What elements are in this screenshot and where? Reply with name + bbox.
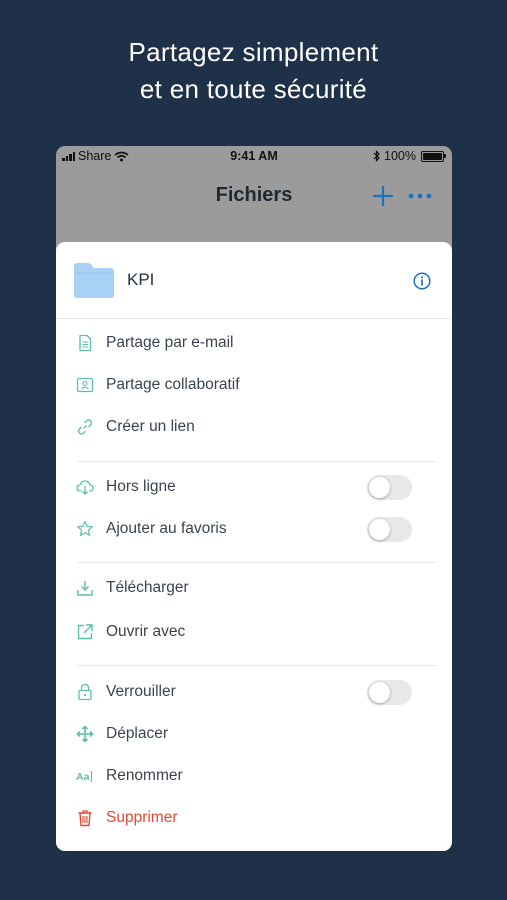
cloud-download-icon bbox=[76, 478, 94, 496]
share-collab-label: Partage collaboratif bbox=[106, 376, 240, 393]
rename-icon: Aa bbox=[76, 767, 94, 785]
download-label: Télécharger bbox=[106, 579, 189, 596]
toggle-knob bbox=[369, 682, 390, 703]
delete-label: Supprimer bbox=[106, 809, 178, 826]
lock-item[interactable]: Verrouiller bbox=[56, 672, 452, 714]
toggle-knob bbox=[369, 519, 390, 540]
action-sheet: KPI Partage par e-mail Partage collabora… bbox=[56, 242, 452, 851]
phone-screen: Share 9:41 AM 100% Fichiers KPI Partage … bbox=[56, 146, 452, 851]
move-item[interactable]: Déplacer bbox=[56, 714, 452, 756]
svg-text:Aa: Aa bbox=[76, 771, 90, 783]
rename-item[interactable]: Aa Renommer bbox=[56, 756, 452, 798]
status-bar: Share 9:41 AM 100% bbox=[56, 146, 452, 168]
move-label: Déplacer bbox=[106, 725, 169, 742]
link-icon bbox=[76, 418, 94, 436]
headline: Partagez simplement et en toute sécurité bbox=[0, 34, 507, 108]
share-collab-item[interactable]: Partage collaboratif bbox=[56, 365, 452, 407]
divider bbox=[76, 665, 437, 666]
more-icon[interactable] bbox=[406, 184, 434, 208]
info-icon[interactable] bbox=[413, 272, 431, 290]
battery-label: 100% bbox=[384, 149, 416, 163]
toggle-knob bbox=[369, 477, 390, 498]
create-link-item[interactable]: Créer un lien bbox=[56, 407, 452, 449]
document-icon bbox=[76, 334, 94, 352]
delete-item[interactable]: Supprimer bbox=[56, 798, 452, 840]
file-header: KPI bbox=[56, 242, 452, 319]
external-link-icon bbox=[76, 623, 94, 641]
headline-line-2: et en toute sécurité bbox=[139, 74, 368, 104]
offline-item[interactable]: Hors ligne bbox=[56, 467, 452, 509]
folder-icon bbox=[72, 261, 116, 299]
lock-label: Verrouiller bbox=[106, 683, 176, 700]
offline-label: Hors ligne bbox=[106, 478, 176, 495]
lock-toggle[interactable] bbox=[367, 680, 412, 705]
offline-toggle[interactable] bbox=[367, 475, 412, 500]
divider bbox=[76, 562, 437, 563]
download-icon bbox=[76, 579, 94, 597]
create-link-label: Créer un lien bbox=[106, 418, 195, 435]
trash-icon bbox=[76, 809, 94, 827]
share-email-item[interactable]: Partage par e-mail bbox=[56, 323, 452, 365]
star-icon bbox=[76, 520, 94, 538]
favorite-toggle[interactable] bbox=[367, 517, 412, 542]
plus-icon[interactable] bbox=[371, 184, 395, 208]
nav-bar: Fichiers bbox=[56, 176, 452, 216]
headline-line-1: Partagez simplement bbox=[128, 37, 379, 67]
download-item[interactable]: Télécharger bbox=[56, 568, 452, 610]
move-icon bbox=[76, 725, 94, 743]
battery-icon bbox=[421, 150, 446, 162]
collaborative-share-icon bbox=[76, 376, 94, 394]
file-name: KPI bbox=[127, 270, 155, 289]
lock-icon bbox=[76, 683, 94, 701]
divider bbox=[76, 461, 437, 462]
share-email-label: Partage par e-mail bbox=[106, 334, 234, 351]
open-with-item[interactable]: Ouvrir avec bbox=[56, 612, 452, 654]
rename-label: Renommer bbox=[106, 767, 183, 784]
favorite-label: Ajouter au favoris bbox=[106, 520, 227, 537]
favorite-item[interactable]: Ajouter au favoris bbox=[56, 509, 452, 551]
bluetooth-icon bbox=[373, 150, 381, 162]
open-with-label: Ouvrir avec bbox=[106, 623, 186, 640]
